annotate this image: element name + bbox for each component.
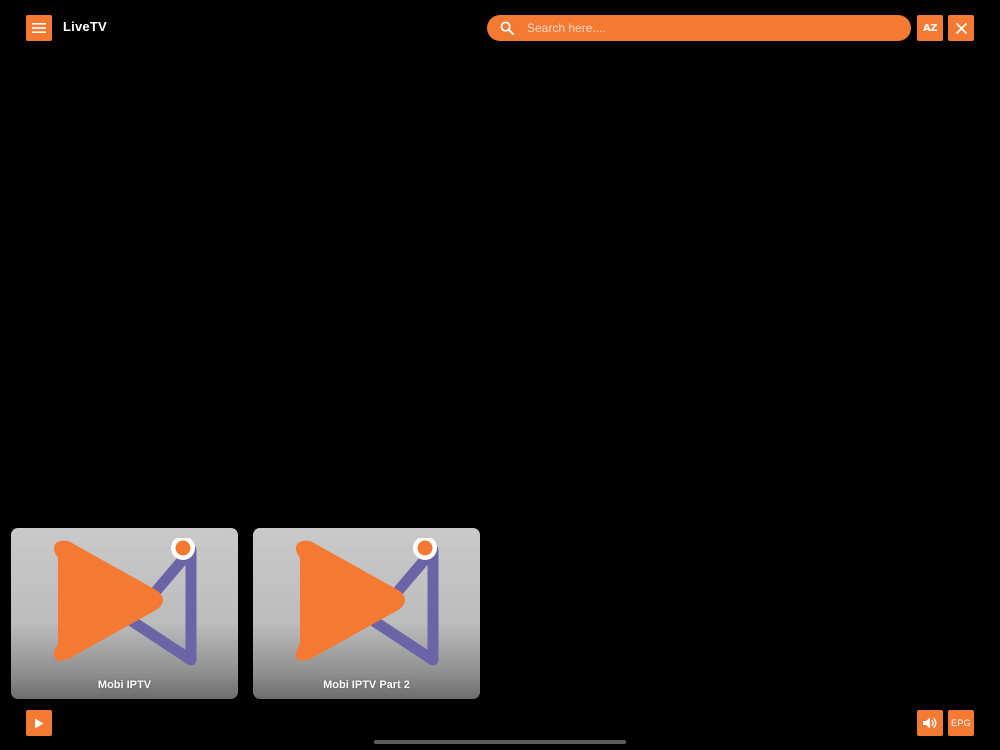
channel-card[interactable]: Mobi IPTV	[11, 528, 238, 699]
channel-name: Mobi IPTV	[97, 679, 152, 691]
close-icon	[955, 22, 967, 34]
search-icon	[500, 21, 514, 35]
mobi-iptv-logo	[295, 538, 439, 666]
channel-card[interactable]: Mobi IPTV Part 2	[253, 528, 480, 699]
close-button[interactable]	[948, 15, 974, 41]
search-input[interactable]	[527, 15, 897, 41]
home-indicator	[374, 740, 626, 744]
sort-az-button[interactable]: AZ	[917, 15, 943, 41]
play-button[interactable]	[26, 710, 52, 736]
page-title: LiveTV	[63, 19, 107, 34]
channel-name: Mobi IPTV Part 2	[323, 679, 410, 691]
sort-az-icon: AZ	[923, 22, 938, 34]
play-icon	[35, 718, 44, 728]
volume-icon	[923, 717, 937, 729]
search-bar[interactable]	[487, 15, 911, 41]
volume-button[interactable]	[917, 710, 943, 736]
livetv-screen: LiveTV AZ Mobi IPTV	[0, 0, 1000, 750]
hamburger-menu-icon	[32, 23, 46, 33]
mobi-iptv-logo	[53, 538, 197, 666]
epg-button[interactable]: EPG	[948, 710, 974, 736]
epg-label: EPG	[951, 718, 971, 728]
menu-button[interactable]	[26, 15, 52, 41]
